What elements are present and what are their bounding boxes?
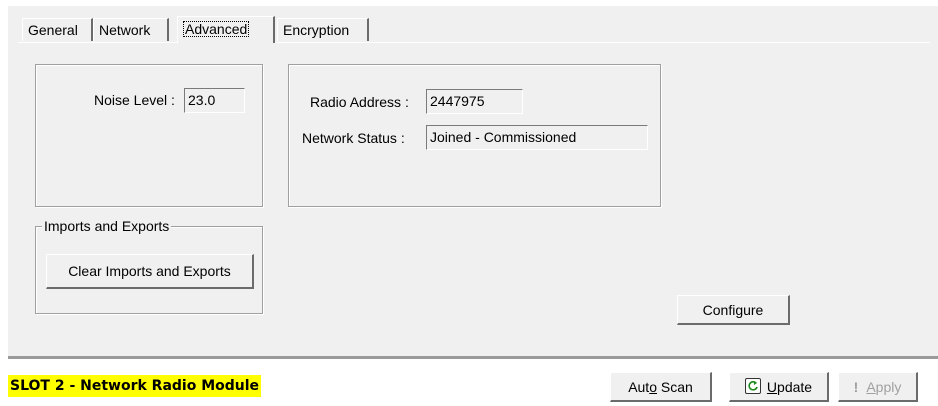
noise-level-group: Noise Level : 23.0 — [35, 64, 263, 207]
imports-exports-legend: Imports and Exports — [42, 218, 172, 234]
radio-address-label: Radio Address : — [310, 94, 409, 110]
auto-scan-button[interactable]: Auto Scan — [610, 372, 712, 402]
tab-general[interactable]: General — [22, 18, 93, 41]
tab-network-label: Network — [99, 22, 151, 38]
clear-imports-exports-button[interactable]: Clear Imports and Exports — [46, 254, 254, 289]
network-status-label: Network Status : — [302, 130, 405, 146]
refresh-icon — [744, 378, 761, 394]
auto-scan-label: Auto Scan — [628, 379, 693, 395]
tab-general-label: General — [28, 22, 78, 38]
radio-address-field: 2447975 — [426, 89, 523, 114]
configure-button[interactable]: Configure — [677, 295, 790, 325]
update-label: Update — [766, 379, 813, 395]
tab-network[interactable]: Network — [93, 18, 169, 41]
apply-button[interactable]: ! Apply — [838, 372, 918, 402]
panel-bottom-border — [8, 356, 938, 360]
tab-advanced-label: Advanced — [183, 21, 250, 37]
tab-advanced[interactable]: Advanced — [177, 16, 275, 43]
exclamation-icon: ! — [853, 379, 859, 395]
update-button[interactable]: Update — [729, 372, 829, 402]
tab-encryption-label: Encryption — [283, 22, 350, 38]
network-status-field: Joined - Commissioned — [426, 125, 648, 150]
tab-panel-border — [18, 42, 930, 43]
imports-exports-group: Imports and Exports Clear Imports and Ex… — [35, 218, 263, 314]
noise-level-field: 23.0 — [184, 88, 245, 113]
radio-info-group: Radio Address : 2447975 Network Status :… — [288, 64, 661, 207]
apply-label: Apply — [866, 379, 902, 395]
noise-level-label: Noise Level : — [94, 92, 175, 108]
slot-title: SLOT 2 - Network Radio Module — [8, 375, 262, 397]
tab-encryption[interactable]: Encryption — [277, 18, 369, 41]
